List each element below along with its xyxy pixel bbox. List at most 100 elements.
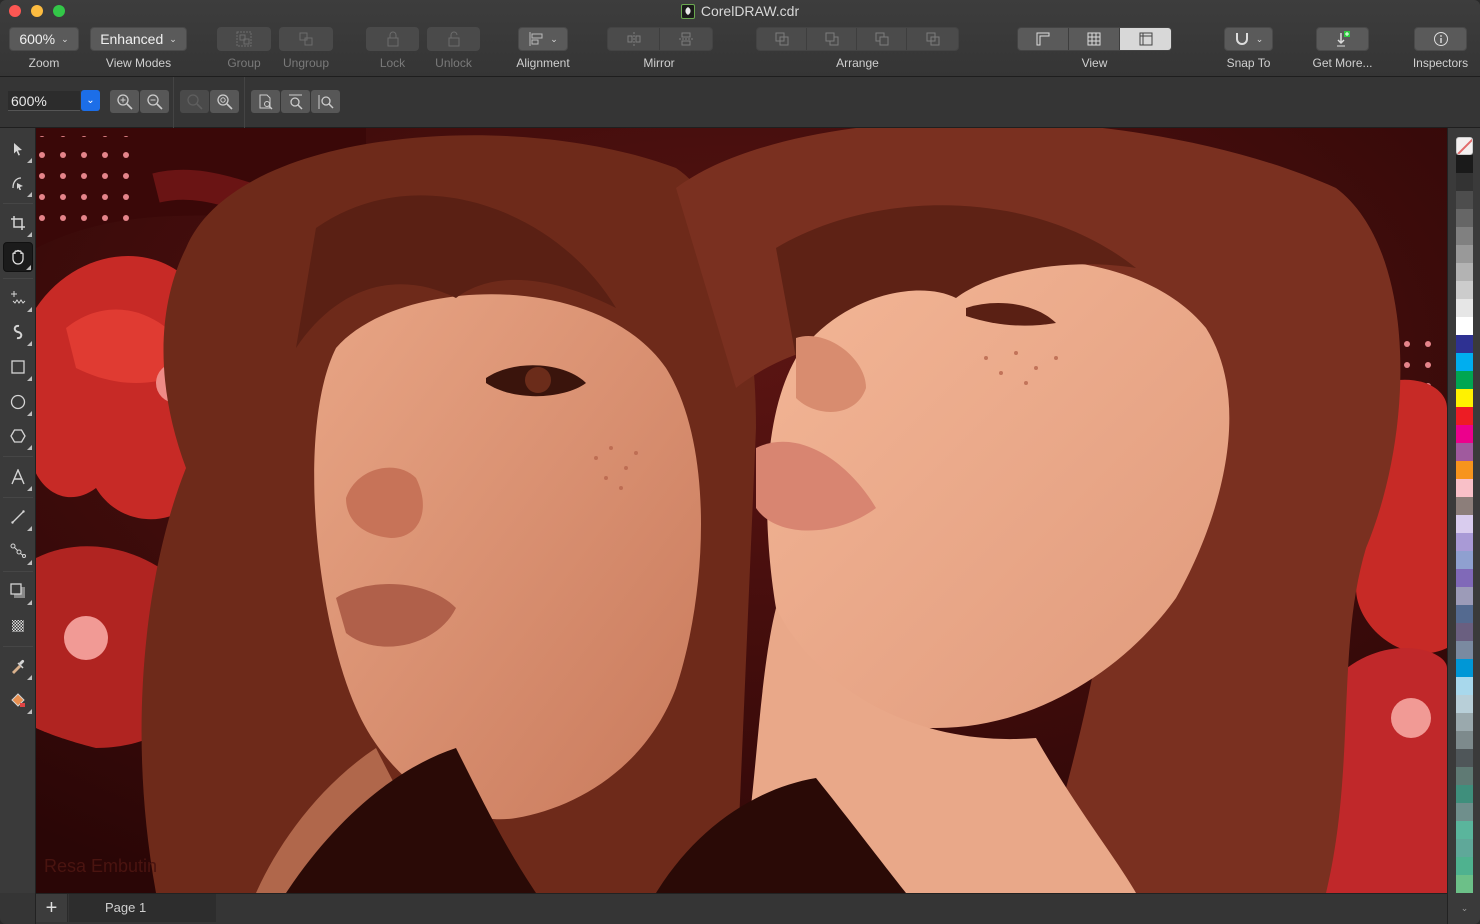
parallel-dimension-tool[interactable]: [3, 502, 33, 532]
color-swatch[interactable]: [1456, 695, 1473, 713]
rulers-toggle[interactable]: [1018, 28, 1069, 50]
color-swatch[interactable]: [1456, 335, 1473, 353]
alignment-button[interactable]: ⌄: [518, 27, 568, 51]
to-back-button[interactable]: [907, 28, 958, 50]
zoom-level-dropdown[interactable]: ⌄: [81, 90, 100, 111]
color-swatch[interactable]: [1456, 155, 1473, 173]
color-swatch[interactable]: [1456, 659, 1473, 677]
color-swatch[interactable]: [1456, 227, 1473, 245]
color-swatch[interactable]: [1456, 443, 1473, 461]
connector-tool[interactable]: [3, 536, 33, 566]
color-swatch[interactable]: [1456, 281, 1473, 299]
add-page-button[interactable]: +: [36, 894, 68, 922]
get-more-label: Get More...: [1312, 56, 1373, 70]
drop-shadow-tool[interactable]: [3, 576, 33, 606]
color-swatch[interactable]: [1456, 353, 1473, 371]
snap-to-dropdown[interactable]: ⌄: [1224, 27, 1273, 51]
transparency-tool[interactable]: [3, 611, 33, 641]
crop-tool[interactable]: [3, 208, 33, 238]
pan-tool[interactable]: [3, 242, 33, 272]
color-swatch[interactable]: [1456, 713, 1473, 731]
zoom-to-page-height-button[interactable]: [311, 90, 340, 113]
drawing-canvas[interactable]: Resa Embutin: [36, 128, 1447, 893]
color-swatch[interactable]: [1456, 857, 1473, 875]
ellipse-tool[interactable]: [3, 387, 33, 417]
page-tab[interactable]: Page 1: [69, 894, 216, 922]
polygon-tool[interactable]: [3, 421, 33, 451]
color-swatch[interactable]: [1456, 731, 1473, 749]
color-swatch[interactable]: [1456, 785, 1473, 803]
color-swatch[interactable]: [1456, 191, 1473, 209]
color-swatch[interactable]: [1456, 479, 1473, 497]
unlock-icon: [448, 31, 459, 47]
freehand-tool[interactable]: [3, 283, 33, 313]
text-icon: [11, 469, 25, 485]
color-swatch[interactable]: [1456, 173, 1473, 191]
unlock-button[interactable]: [427, 27, 480, 51]
artistic-media-tool[interactable]: [3, 317, 33, 347]
mirror-vertical-button[interactable]: [660, 28, 712, 50]
color-swatch[interactable]: [1456, 641, 1473, 659]
to-front-button[interactable]: [757, 28, 807, 50]
inspectors-button[interactable]: [1414, 27, 1467, 51]
eyedropper-tool[interactable]: [3, 651, 33, 681]
color-swatch[interactable]: [1456, 461, 1473, 479]
inspectors-group: Inspectors: [1413, 27, 1468, 70]
eyedropper-icon: [12, 659, 25, 674]
color-swatch[interactable]: [1456, 749, 1473, 767]
text-tool[interactable]: [3, 462, 33, 492]
back-one-button[interactable]: [857, 28, 907, 50]
to-back-icon: [926, 32, 939, 46]
pick-tool[interactable]: [3, 134, 33, 164]
color-swatch[interactable]: [1456, 569, 1473, 587]
color-swatch[interactable]: [1456, 875, 1473, 893]
color-swatch[interactable]: [1456, 425, 1473, 443]
color-swatch[interactable]: [1456, 587, 1473, 605]
group-button[interactable]: [217, 27, 271, 51]
guidelines-toggle[interactable]: [1120, 28, 1171, 50]
color-swatch[interactable]: [1456, 407, 1473, 425]
forward-one-button[interactable]: [807, 28, 857, 50]
ungroup-button[interactable]: [279, 27, 333, 51]
mirror-horizontal-button[interactable]: [608, 28, 660, 50]
color-swatch[interactable]: [1456, 371, 1473, 389]
view-modes-dropdown[interactable]: Enhanced ⌄: [90, 27, 187, 51]
no-color-swatch[interactable]: [1456, 137, 1473, 155]
property-bar: 600% ⌄: [0, 77, 1480, 128]
color-swatch[interactable]: [1456, 623, 1473, 641]
color-swatch[interactable]: [1456, 605, 1473, 623]
interactive-fill-tool[interactable]: [3, 685, 33, 715]
color-swatch[interactable]: [1456, 263, 1473, 281]
shape-tool[interactable]: [3, 168, 33, 198]
color-swatch[interactable]: [1456, 551, 1473, 569]
coreldraw-window: CorelDRAW.cdr 600% ⌄ Zoom Enhanced ⌄ View …: [0, 0, 1480, 924]
zoom-to-page-button[interactable]: [251, 90, 280, 113]
palette-scroll-down-icon[interactable]: ⌄: [1456, 903, 1473, 915]
color-swatch[interactable]: [1456, 533, 1473, 551]
color-swatch[interactable]: [1456, 821, 1473, 839]
color-swatch[interactable]: [1456, 515, 1473, 533]
zoom-dropdown[interactable]: 600% ⌄: [9, 27, 79, 51]
color-swatch[interactable]: [1456, 389, 1473, 407]
color-swatch[interactable]: [1456, 677, 1473, 695]
arrange-label: Arrange: [836, 56, 879, 70]
zoom-in-button[interactable]: [110, 90, 139, 113]
mirror-horizontal-icon: [627, 32, 640, 46]
color-swatch[interactable]: [1456, 245, 1473, 263]
zoom-to-selected-button[interactable]: [180, 90, 209, 113]
color-swatch[interactable]: [1456, 209, 1473, 227]
color-swatch[interactable]: [1456, 767, 1473, 785]
color-swatch[interactable]: [1456, 803, 1473, 821]
zoom-to-page-width-button[interactable]: [281, 90, 310, 113]
get-more-button[interactable]: [1316, 27, 1369, 51]
grid-toggle[interactable]: [1069, 28, 1120, 50]
color-swatch[interactable]: [1456, 497, 1473, 515]
lock-button[interactable]: [366, 27, 419, 51]
color-swatch[interactable]: [1456, 299, 1473, 317]
color-swatch[interactable]: [1456, 317, 1473, 335]
zoom-out-button[interactable]: [140, 90, 169, 113]
rectangle-tool[interactable]: [3, 352, 33, 382]
zoom-to-all-objects-button[interactable]: [210, 90, 239, 113]
color-swatch[interactable]: [1456, 839, 1473, 857]
zoom-level-field[interactable]: 600%: [8, 91, 80, 111]
